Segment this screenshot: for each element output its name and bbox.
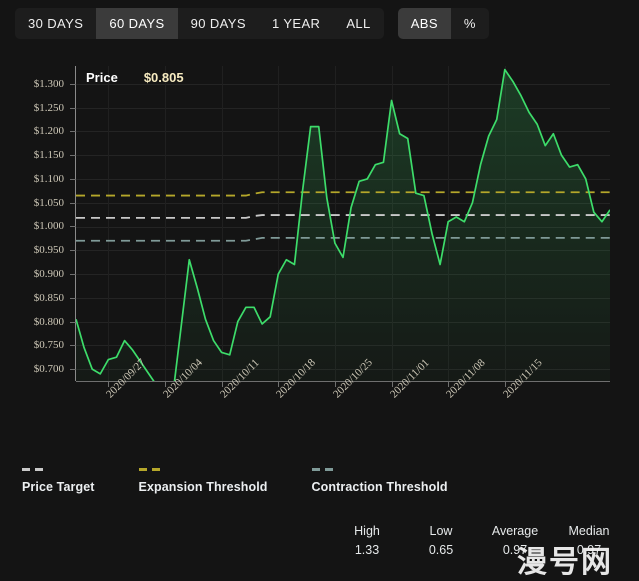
y-axis-tick-label: $1.050 bbox=[33, 196, 64, 209]
y-axis-tick-label: $0.850 bbox=[33, 291, 64, 304]
y-axis-tick bbox=[70, 297, 76, 299]
y-axis-tick bbox=[70, 345, 76, 347]
series-area bbox=[76, 69, 610, 381]
stat-value: 0.97 bbox=[502, 543, 528, 557]
stat-label: Average bbox=[491, 524, 539, 538]
y-axis-tick-label: $1.100 bbox=[33, 172, 64, 185]
legend-label: Contraction Threshold bbox=[311, 480, 448, 494]
range-button-group: 30 DAYS 60 DAYS 90 DAYS 1 YEAR ALL bbox=[15, 8, 384, 39]
y-axis-tick-label: $1.200 bbox=[33, 125, 64, 138]
price-chart-widget: 30 DAYS 60 DAYS 90 DAYS 1 YEAR ALL ABS% Pric… bbox=[0, 0, 639, 580]
stat-label: Median bbox=[568, 524, 610, 538]
mode-button-[interactable]: % bbox=[451, 8, 489, 39]
y-axis-tick-label: $0.900 bbox=[33, 268, 64, 281]
y-axis-line bbox=[75, 66, 76, 381]
y-axis-tick-label: $1.000 bbox=[33, 220, 64, 233]
legend-label: Expansion Threshold bbox=[138, 480, 268, 494]
range-button-1-year[interactable]: 1 YEAR bbox=[259, 8, 333, 39]
y-axis-tick bbox=[70, 202, 76, 204]
stat-average: Average 0.97 bbox=[478, 524, 552, 557]
y-axis-tick-label: $1.300 bbox=[33, 77, 64, 90]
y-axis-tick bbox=[70, 321, 76, 323]
stat-value: 0.97 bbox=[576, 543, 602, 557]
y-axis-tick bbox=[70, 83, 76, 85]
y-axis-tick bbox=[70, 369, 76, 371]
chart-toolbar: 30 DAYS 60 DAYS 90 DAYS 1 YEAR ALL ABS% bbox=[15, 8, 489, 39]
y-axis-tick bbox=[70, 178, 76, 180]
legend-swatch-icon bbox=[22, 468, 48, 471]
series-label: Price bbox=[86, 70, 118, 85]
y-axis-tick-label: $0.700 bbox=[33, 363, 64, 376]
y-axis-tick bbox=[70, 155, 76, 157]
stat-value: 0.65 bbox=[428, 543, 454, 557]
y-axis-tick-label: $0.950 bbox=[33, 244, 64, 257]
range-button-all[interactable]: ALL bbox=[333, 8, 383, 39]
range-button-30-days[interactable]: 30 DAYS bbox=[15, 8, 96, 39]
y-axis-tick bbox=[70, 250, 76, 252]
legend-label: Price Target bbox=[22, 480, 95, 494]
y-axis-tick bbox=[70, 226, 76, 228]
mode-button-abs[interactable]: ABS bbox=[397, 8, 451, 39]
range-button-60-days[interactable]: 60 DAYS bbox=[96, 8, 178, 39]
chart-legend: Price Target Expansion Threshold Contracti… bbox=[22, 468, 448, 494]
legend-swatch-icon bbox=[138, 468, 165, 471]
chart-area: Price $0.805 $1.300 $1.250 $1.200 $1.150 $1.… bbox=[0, 58, 639, 458]
mode-button-group: ABS% bbox=[397, 8, 489, 39]
summary-stats: High 1.33 Low 0.65 Average 0.97 Median 0.97 bbox=[330, 524, 626, 557]
series-svg bbox=[76, 68, 610, 381]
legend-swatch-icon bbox=[311, 468, 338, 471]
y-axis-tick bbox=[70, 274, 76, 276]
stat-label: Low bbox=[429, 524, 453, 538]
y-axis-tick-label: $1.250 bbox=[33, 101, 64, 114]
legend-item-expansion-threshold[interactable]: Expansion Threshold bbox=[138, 468, 268, 494]
y-axis-tick-label: $1.150 bbox=[33, 149, 64, 162]
stat-high: High 1.33 bbox=[330, 524, 404, 557]
stat-low: Low 0.65 bbox=[404, 524, 478, 557]
y-axis-tick-label: $0.800 bbox=[33, 315, 64, 328]
legend-item-contraction-threshold[interactable]: Contraction Threshold bbox=[311, 468, 448, 494]
series-readout: Price $0.805 bbox=[86, 70, 184, 85]
stat-median: Median 0.97 bbox=[552, 524, 626, 557]
series-value: $0.805 bbox=[143, 70, 184, 85]
y-axis-tick bbox=[70, 107, 76, 109]
range-button-90-days[interactable]: 90 DAYS bbox=[178, 8, 259, 39]
stat-label: High bbox=[354, 524, 380, 538]
y-axis-tick-label: $0.750 bbox=[33, 339, 64, 352]
plot-canvas bbox=[76, 66, 610, 381]
legend-item-price-target[interactable]: Price Target bbox=[22, 468, 95, 494]
stat-value: 1.33 bbox=[354, 543, 380, 557]
y-axis-tick bbox=[70, 131, 76, 133]
